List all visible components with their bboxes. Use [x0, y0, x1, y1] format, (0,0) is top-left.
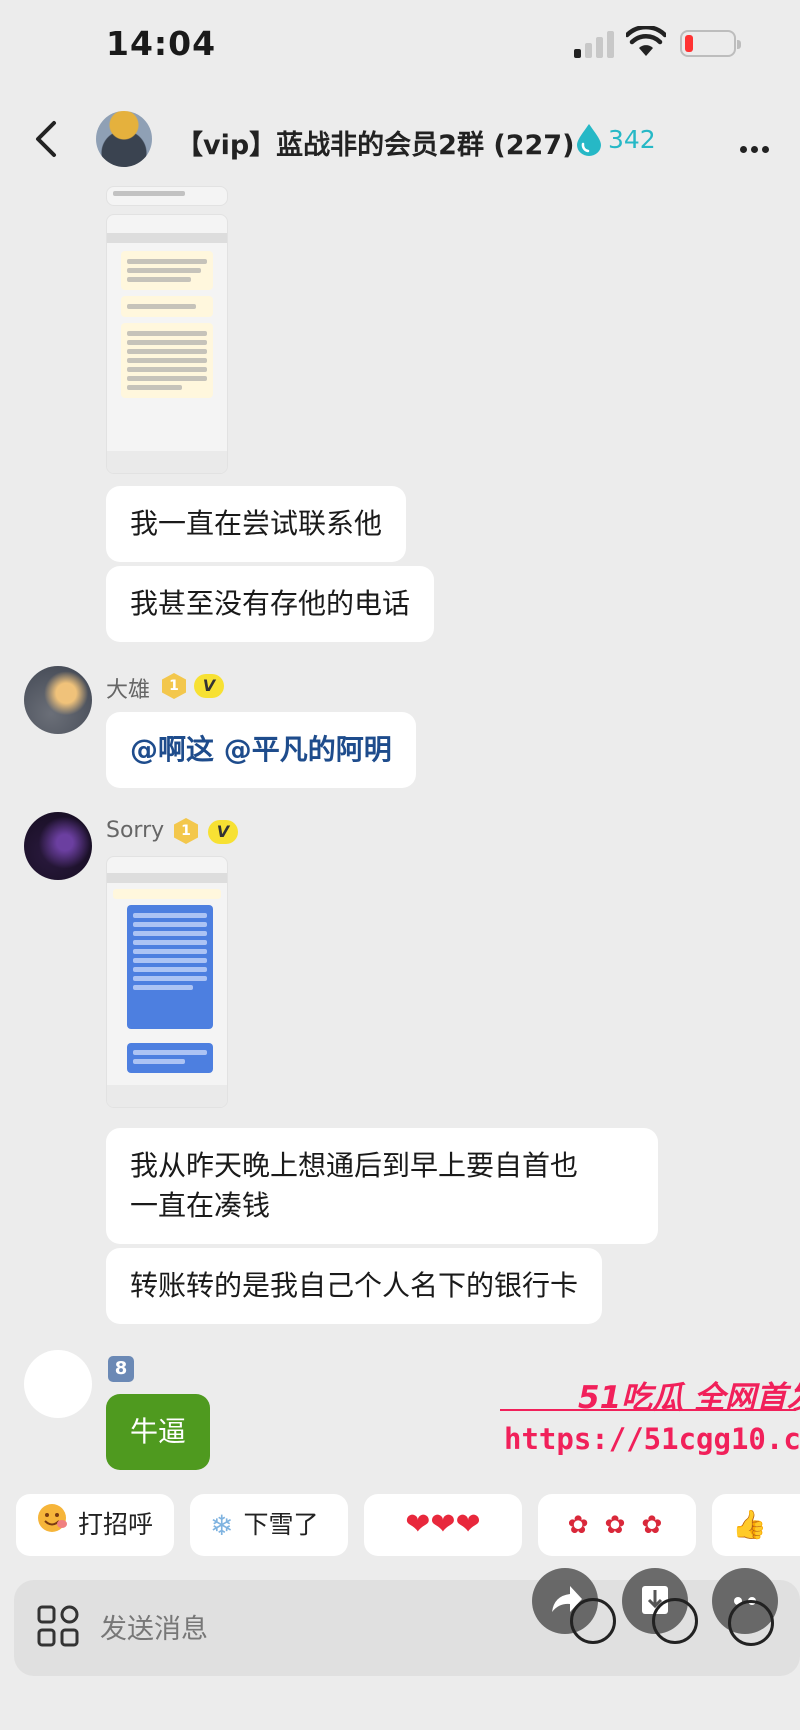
signal-icon [574, 30, 616, 58]
overlay-ring [652, 1598, 698, 1644]
message-bubble[interactable]: 我从昨天晚上想通后到早上要自首也 一直在凑钱 [106, 1128, 658, 1244]
quick-reply-chip[interactable]: ❄ 下雪了 [190, 1494, 348, 1556]
sender-name: 大雄 [106, 678, 151, 703]
level-badge: 1 [162, 673, 186, 699]
watermark-divider [500, 1409, 796, 1411]
message-bubble[interactable]: 牛逼 [106, 1394, 211, 1470]
drop-count: 342 [608, 125, 656, 154]
bottom-strip [0, 1676, 800, 1730]
sender-name: Sorry [106, 818, 165, 843]
apps-icon[interactable] [36, 1604, 82, 1650]
more-icon[interactable] [740, 138, 780, 153]
battery-icon [680, 30, 741, 57]
rose-icon: ✿ [641, 1510, 667, 1539]
quick-reply-label: 下雪了 [243, 1510, 319, 1539]
chat-header: 【vip】蓝战非的会员2群 (227) 342 [0, 95, 800, 185]
watermark-url: https://51cgg10.com [504, 1422, 800, 1456]
level-badge: 8 [108, 1356, 134, 1382]
water-drop-icon [577, 124, 601, 156]
screenshot-image[interactable] [106, 186, 228, 206]
back-icon[interactable] [28, 117, 68, 161]
quick-reply-chip[interactable]: 打招呼 [16, 1494, 174, 1556]
message-line: 我从昨天晚上想通后到早上要自首也 [130, 1149, 579, 1182]
avatar[interactable] [24, 812, 92, 880]
wifi-icon [626, 26, 666, 56]
group-avatar[interactable] [96, 111, 152, 167]
overlay-ring [570, 1598, 616, 1644]
screenshot-image[interactable] [106, 856, 228, 1108]
rose-icon: ✿ [567, 1510, 593, 1539]
snowflake-icon: ❄ [210, 1509, 234, 1542]
thumbs-up-icon: 👍 [732, 1508, 767, 1541]
screenshot-image[interactable] [106, 214, 228, 474]
vip-badge: V [208, 820, 238, 844]
avatar[interactable] [24, 666, 92, 734]
quick-reply-chip[interactable]: ✿ ✿ ✿ [538, 1494, 696, 1556]
status-time: 14:04 [106, 24, 217, 63]
message-bubble[interactable]: 转账转的是我自己个人名下的银行卡 [106, 1248, 603, 1324]
message-line: 一直在凑钱 [130, 1189, 271, 1222]
quick-reply-chip[interactable]: ❤❤❤ [364, 1494, 522, 1556]
quick-reply-bar: 打招呼 ❄ 下雪了 ❤❤❤ ✿ ✿ ✿ 👍 [0, 1490, 800, 1570]
group-title[interactable]: 【vip】蓝战非的会员2群 (227) [176, 123, 574, 162]
vip-badge: V [194, 674, 224, 698]
message-bubble[interactable]: 我一直在尝试联系他 [106, 486, 407, 562]
message-input[interactable]: 发送消息 [100, 1607, 208, 1646]
message-bubble[interactable]: 我甚至没有存他的电话 [106, 566, 435, 642]
quick-reply-chip[interactable]: 👍 [712, 1494, 800, 1556]
mention-bubble[interactable]: @啊这 @平凡的阿明 [106, 712, 416, 788]
quick-reply-label: 打招呼 [78, 1510, 154, 1539]
status-bar: 14:04 [0, 0, 800, 95]
avatar[interactable] [24, 1350, 92, 1418]
rose-icon: ✿ [604, 1510, 630, 1539]
level-badge: 1 [174, 818, 198, 844]
overlay-ring [728, 1600, 774, 1646]
smile-icon [36, 1495, 68, 1557]
